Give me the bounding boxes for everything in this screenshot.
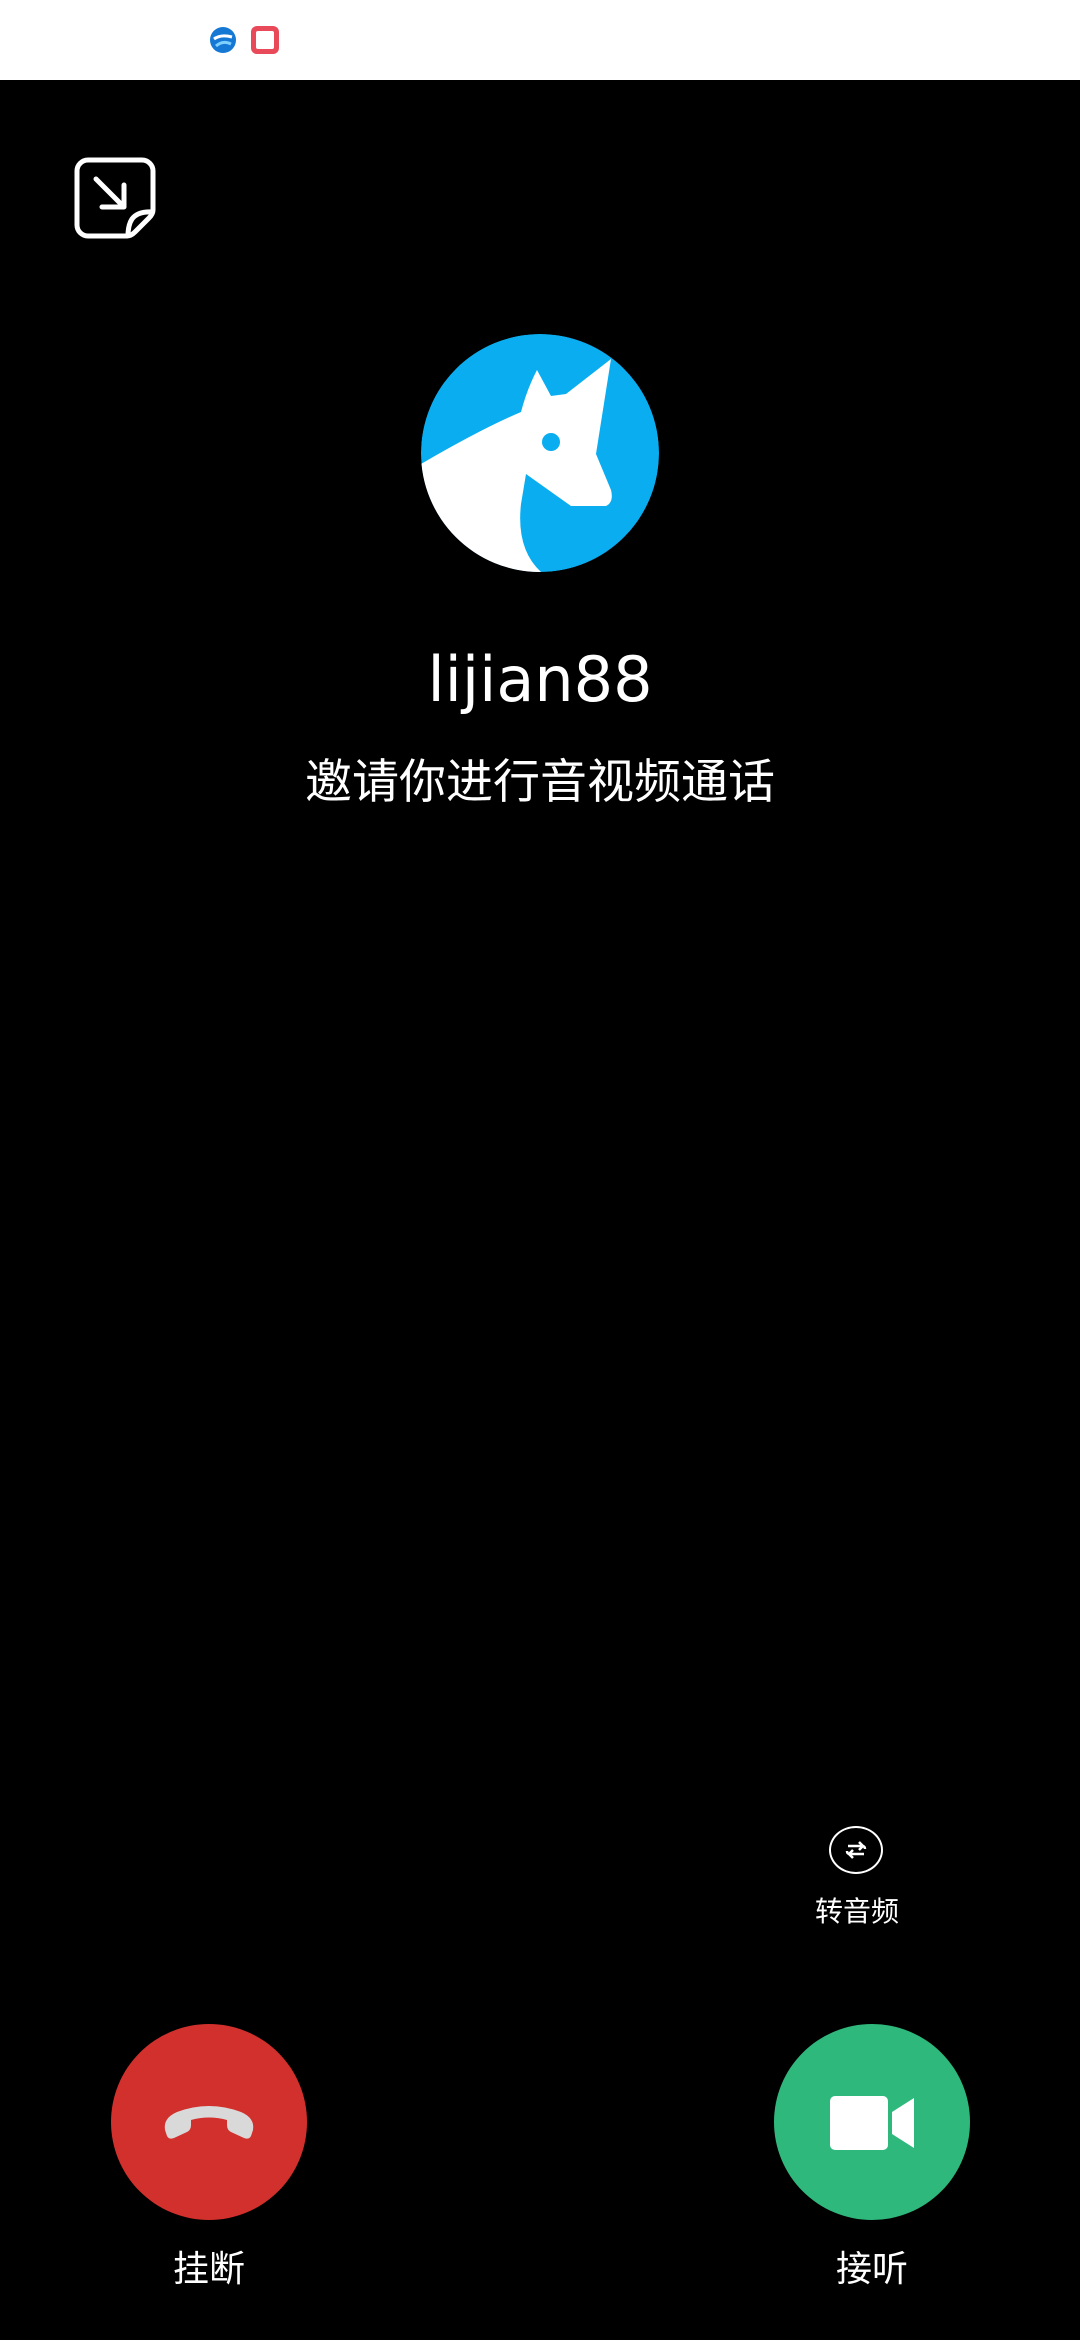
video-camera-icon (830, 2096, 914, 2150)
caller-avatar (421, 334, 659, 572)
switch-audio-circle (829, 1826, 883, 1874)
answer-video-button[interactable] (774, 2024, 970, 2220)
call-invite-text: 邀请你进行音视频通话 (305, 755, 775, 810)
caller-name: lijian88 (427, 643, 653, 716)
red-app-icon (249, 25, 279, 55)
hangup-button[interactable] (111, 2024, 307, 2220)
unicorn-avatar-icon (421, 334, 659, 572)
minimize-window-icon (74, 157, 156, 239)
status-bar (0, 0, 1080, 80)
answer-label: 接听 (835, 2249, 908, 2290)
hangup-label: 挂断 (172, 2249, 245, 2290)
browser-app-icon (208, 25, 238, 55)
minimize-button[interactable] (72, 155, 158, 241)
switch-audio-label: 转音频 (814, 1895, 899, 1928)
switch-audio-icon (845, 1841, 867, 1859)
phone-hangup-icon (164, 2106, 254, 2139)
